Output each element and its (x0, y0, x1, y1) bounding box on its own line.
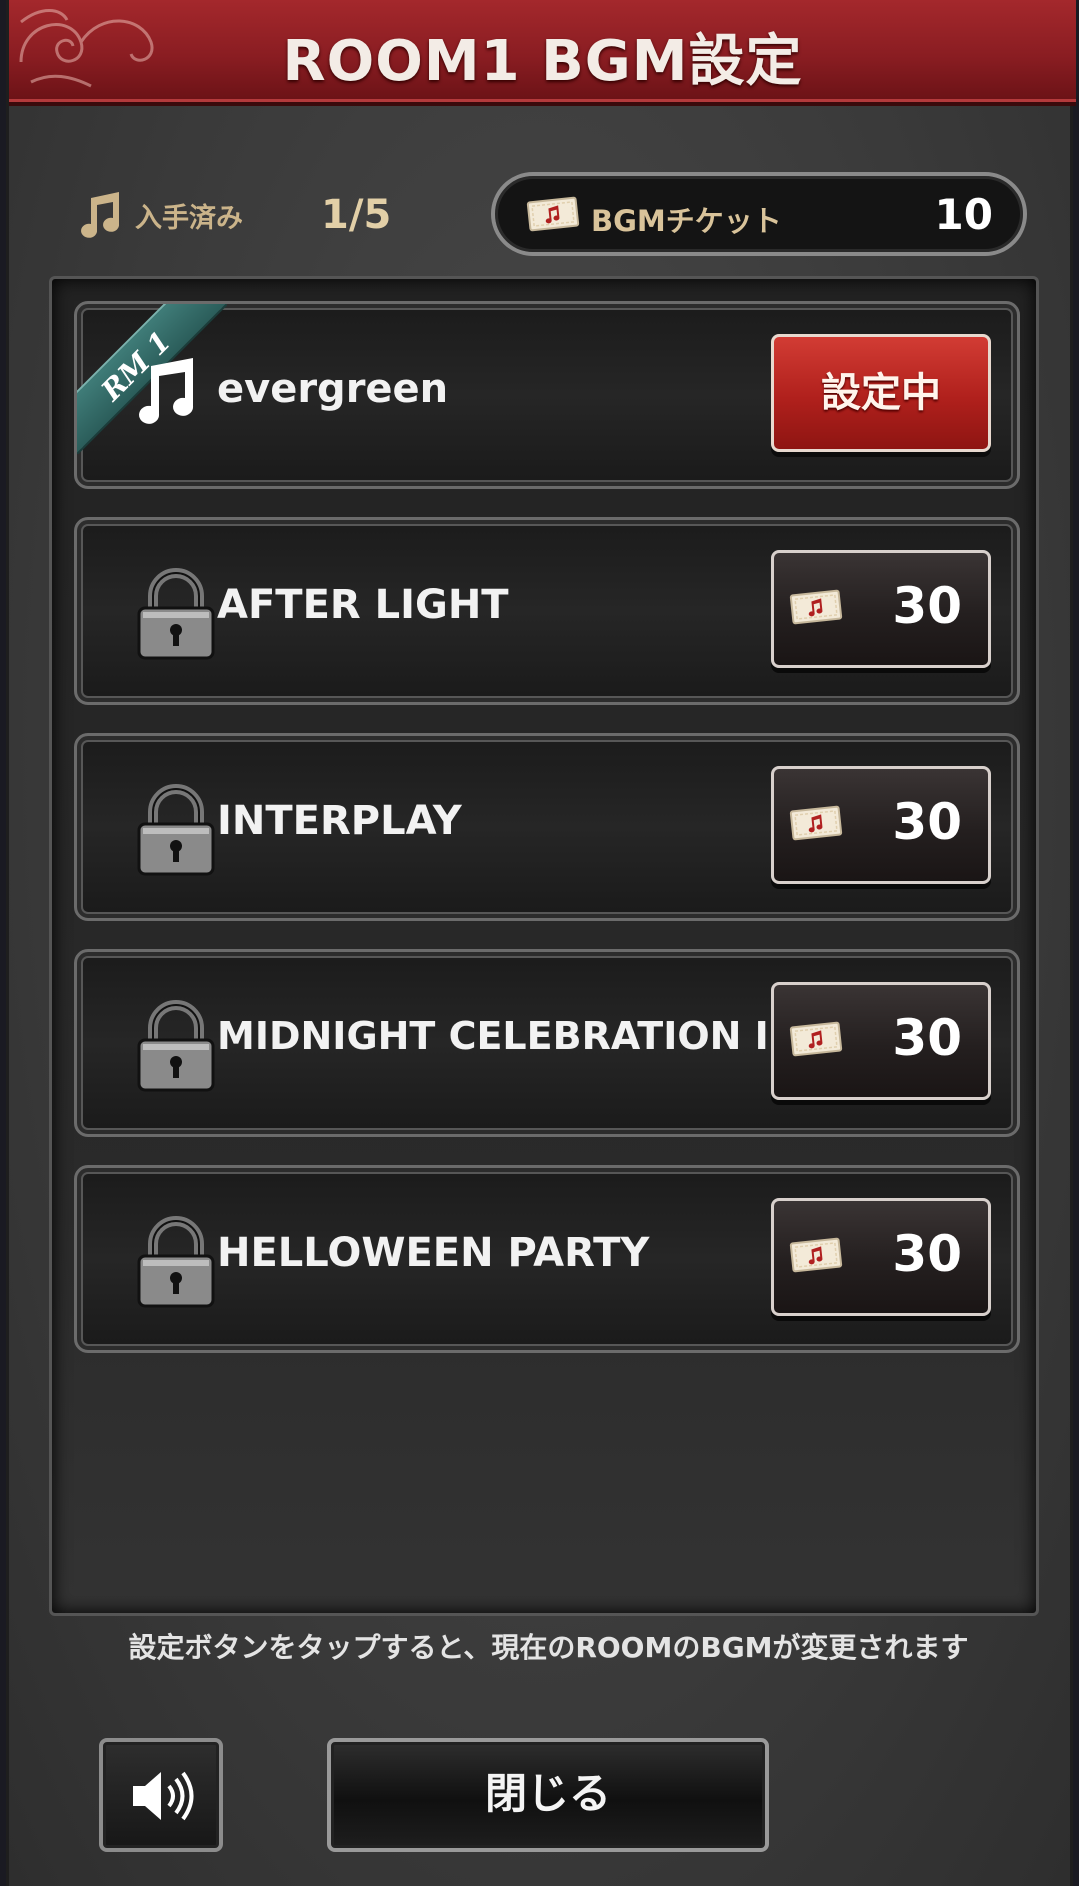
unlock-cost: 30 (892, 577, 962, 635)
bgm-ticket-icon (789, 805, 843, 841)
unlock-button[interactable]: 30 (771, 1198, 991, 1316)
bgm-ticket-icon (789, 1237, 843, 1273)
speaker-icon (133, 1771, 194, 1821)
owned-label: 入手済み (135, 202, 243, 234)
unlock-cost: 30 (892, 1225, 962, 1283)
track-row-evergreen: RM 1 evergreen 設定中 (74, 301, 1020, 489)
bgm-ticket-balance: BGMチケット 10 (491, 172, 1027, 256)
lock-icon (137, 1000, 215, 1092)
title-bar: ROOM1 BGM設定 (9, 0, 1076, 106)
dialog-frame: ROOM1 BGM設定 入手済み 1/5 BGMチケット 10 RM 1 eve… (6, 0, 1076, 1886)
lock-icon (137, 1216, 215, 1308)
page-title: ROOM1 BGM設定 (282, 29, 803, 94)
bgm-ticket-icon (526, 196, 580, 232)
owned-counter: 入手済み 1/5 (79, 190, 391, 240)
current-setting-button[interactable]: 設定中 (771, 334, 991, 452)
bgm-list: RM 1 evergreen 設定中 AFTER LIGHT 30 INTERP… (49, 276, 1039, 1616)
close-button[interactable]: 閉じる (327, 1738, 769, 1852)
unlock-cost: 30 (892, 793, 962, 851)
track-name: HELLOWEEN PARTY (217, 1230, 650, 1276)
music-note-icon (139, 358, 194, 424)
track-name: AFTER LIGHT (217, 582, 509, 628)
ticket-count: 10 (934, 190, 993, 239)
owned-value: 1/5 (321, 192, 392, 238)
unlock-button[interactable]: 30 (771, 982, 991, 1100)
bgm-ticket-icon (789, 589, 843, 625)
lock-icon (137, 568, 215, 660)
unlock-button[interactable]: 30 (771, 550, 991, 668)
track-name: INTERPLAY (217, 798, 462, 844)
track-row-midnight-celebration-ii: MIDNIGHT CELEBRATION II 30 (74, 949, 1020, 1137)
hint-text: 設定ボタンをタップすると、現在のROOMのBGMが変更されます (128, 1631, 969, 1664)
sound-toggle-button[interactable] (99, 1738, 223, 1852)
music-note-icon (81, 192, 120, 238)
track-row-after-light: AFTER LIGHT 30 (74, 517, 1020, 705)
unlock-button[interactable]: 30 (771, 766, 991, 884)
track-row-interplay: INTERPLAY 30 (74, 733, 1020, 921)
bgm-ticket-icon (789, 1021, 843, 1057)
track-name: MIDNIGHT CELEBRATION II (217, 1014, 783, 1058)
track-row-helloween-party: HELLOWEEN PARTY 30 (74, 1165, 1020, 1353)
lock-icon (137, 784, 215, 876)
unlock-cost: 30 (892, 1009, 962, 1067)
track-name: evergreen (217, 366, 449, 412)
ticket-label: BGMチケット (591, 204, 782, 238)
